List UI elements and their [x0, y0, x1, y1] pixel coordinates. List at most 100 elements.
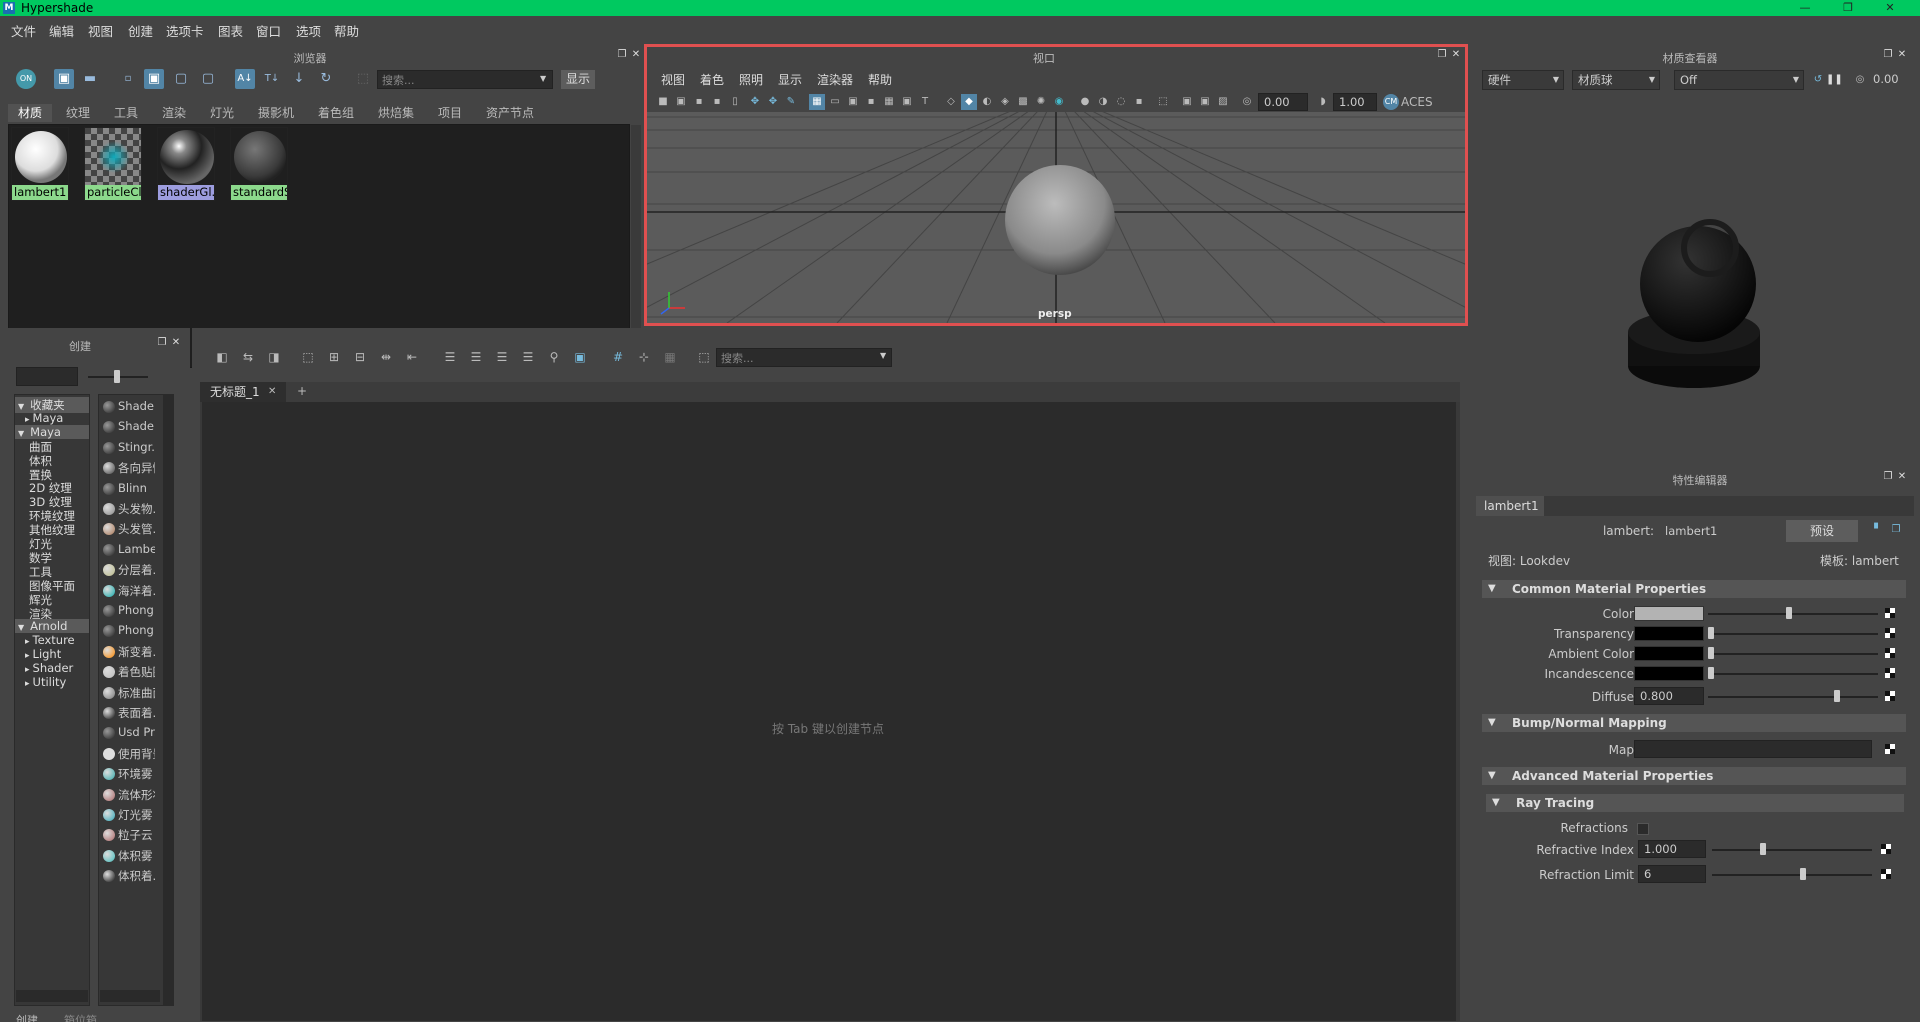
map-button-icon[interactable]: [1884, 743, 1896, 755]
nodes-hscrollbar[interactable]: [100, 990, 160, 1002]
in-out-connections-icon[interactable]: ⇆: [238, 347, 258, 367]
refraction-limit-field[interactable]: 6: [1638, 865, 1706, 883]
menu-tabs[interactable]: 选项卡: [166, 21, 204, 40]
section-common-material[interactable]: ▼ Common Material Properties: [1482, 580, 1906, 598]
tab-shading-groups[interactable]: 着色组: [312, 104, 360, 122]
node-list-item[interactable]: Stingr...: [99, 438, 155, 458]
menu-edit[interactable]: 编辑: [49, 21, 74, 40]
menu-view[interactable]: 视图: [88, 21, 113, 40]
sort-by-type-icon[interactable]: T↓: [262, 69, 282, 89]
attr-filter-icon[interactable]: ▦: [660, 347, 680, 367]
vp-menu-lighting[interactable]: 照明: [739, 71, 763, 88]
pan-zoom-icon[interactable]: ✥: [765, 94, 781, 110]
vp-menu-show[interactable]: 显示: [778, 71, 802, 88]
multisample-icon[interactable]: ◌: [1113, 94, 1129, 110]
diffuse-field[interactable]: 0.800: [1634, 687, 1704, 705]
safe-title-icon[interactable]: T: [917, 94, 933, 110]
show-hide-icon[interactable]: ▝: [1866, 522, 1882, 538]
close-icon[interactable]: ✕: [1450, 49, 1462, 61]
menu-graph[interactable]: 图表: [218, 21, 243, 40]
image-plane-icon[interactable]: ▪: [709, 94, 725, 110]
menu-options[interactable]: 选项: [296, 21, 321, 40]
viewport-canvas[interactable]: persp: [644, 112, 1468, 326]
ambient-slider-knob[interactable]: [1708, 647, 1714, 659]
custom-mode-icon[interactable]: ☰: [518, 347, 538, 367]
node-list-item[interactable]: 灯光雾: [99, 805, 155, 825]
motion-blur-icon[interactable]: ◑: [1095, 94, 1111, 110]
snap-grid-icon[interactable]: ⊹: [634, 347, 654, 367]
node-list-item[interactable]: 着色贴图: [99, 662, 155, 682]
float-icon[interactable]: ❐: [1882, 49, 1894, 61]
incandescence-swatch[interactable]: [1634, 666, 1704, 681]
float-icon[interactable]: ❐: [156, 337, 168, 349]
node-list-item[interactable]: Phong: [99, 621, 155, 641]
search-dropdown-icon[interactable]: ▼: [540, 74, 546, 83]
tree-item[interactable]: ▼ Arnold: [15, 619, 89, 634]
shape-dropdown[interactable]: 材质球: [1572, 70, 1660, 90]
sort-by-name-icon[interactable]: A↓: [235, 69, 255, 89]
tree-hscrollbar[interactable]: [16, 990, 88, 1002]
menu-help[interactable]: 帮助: [334, 21, 359, 40]
grid-icon[interactable]: ▦: [809, 94, 825, 110]
small-icons-icon[interactable]: ▫: [118, 69, 138, 89]
close-button[interactable]: ✕: [1880, 0, 1900, 16]
color-management-icon[interactable]: CM: [1383, 94, 1399, 110]
show-button[interactable]: 显示: [561, 70, 595, 89]
ambient-slider[interactable]: [1708, 653, 1878, 655]
shadows-icon[interactable]: ◉: [1051, 94, 1067, 110]
add-tab-button[interactable]: +: [297, 384, 307, 398]
tab-rendering[interactable]: 渲染: [156, 104, 192, 122]
pause-icon[interactable]: ❚❚: [1826, 72, 1843, 88]
view-swatch-icon[interactable]: ▣: [54, 69, 74, 89]
refractive-index-slider[interactable]: [1712, 849, 1872, 851]
node-list-item[interactable]: 体积雾: [99, 846, 155, 866]
film-gate-icon[interactable]: ▭: [827, 94, 843, 110]
node-list-item[interactable]: Shade...: [99, 417, 155, 437]
2d-pan-icon[interactable]: ✥: [747, 94, 763, 110]
float-icon[interactable]: ❐: [1882, 471, 1894, 483]
copy-tab-icon[interactable]: ❐: [1888, 522, 1904, 538]
exposure-field[interactable]: 0.00: [1258, 93, 1308, 111]
incandescence-slider-knob[interactable]: [1708, 667, 1714, 679]
mode-dropdown[interactable]: Off: [1674, 70, 1804, 90]
medium-icons-icon[interactable]: ▣: [144, 69, 164, 89]
exposure-icon[interactable]: ◎: [1239, 94, 1255, 110]
tab-lambert1[interactable]: lambert1: [1476, 496, 1544, 516]
swatch-shader-glow[interactable]: shaderGl...: [157, 127, 215, 201]
depth-of-field-icon[interactable]: ▪: [1131, 94, 1147, 110]
vp-menu-help[interactable]: 帮助: [868, 71, 892, 88]
tree-item[interactable]: ▸ Light: [25, 647, 61, 661]
node-list-item[interactable]: 粒子云: [99, 825, 155, 845]
large-icons-icon[interactable]: ▢: [171, 69, 191, 89]
diffuse-slider-knob[interactable]: [1834, 690, 1840, 702]
refractive-index-field[interactable]: 1.000: [1638, 840, 1706, 858]
graph-search-dropdown-icon[interactable]: ▼: [880, 351, 886, 360]
tree-item[interactable]: ▸ Maya: [25, 411, 63, 425]
ambient-color-swatch[interactable]: [1634, 646, 1704, 661]
diffuse-slider[interactable]: [1708, 696, 1878, 698]
node-list-item[interactable]: 标准曲面: [99, 683, 155, 703]
simple-mode-icon[interactable]: ☰: [440, 347, 460, 367]
node-list-item[interactable]: Phong: [99, 601, 155, 621]
add-selected-icon[interactable]: ⇹: [376, 347, 396, 367]
tab-untitled-1[interactable]: 无标题_1 ✕: [200, 382, 286, 402]
map-button-icon[interactable]: [1884, 627, 1896, 639]
node-list-item[interactable]: 表面着...: [99, 703, 155, 723]
select-icon[interactable]: ⬚: [353, 69, 373, 89]
close-icon[interactable]: ✕: [170, 337, 182, 349]
node-list-item[interactable]: 流体形状: [99, 785, 155, 805]
section-advanced-material[interactable]: ▼ Advanced Material Properties: [1482, 767, 1906, 785]
map-button-icon[interactable]: [1884, 690, 1896, 702]
node-list-item[interactable]: 海洋着...: [99, 581, 155, 601]
tree-item[interactable]: ▸ Texture: [25, 633, 75, 647]
transparency-slider-knob[interactable]: [1708, 627, 1714, 639]
full-mode-icon[interactable]: ☰: [492, 347, 512, 367]
tree-item[interactable]: ▸ Shader: [25, 661, 73, 675]
tab-close-icon[interactable]: ✕: [268, 382, 276, 402]
xray-joints-icon[interactable]: ▣: [1197, 94, 1213, 110]
vp-menu-view[interactable]: 视图: [661, 71, 685, 88]
colorspace-label[interactable]: ACES: [1401, 95, 1433, 109]
node-list-item[interactable]: Blinn: [99, 479, 155, 499]
map-button-icon[interactable]: [1884, 667, 1896, 679]
tree-item[interactable]: ▸ Utility: [25, 675, 66, 689]
